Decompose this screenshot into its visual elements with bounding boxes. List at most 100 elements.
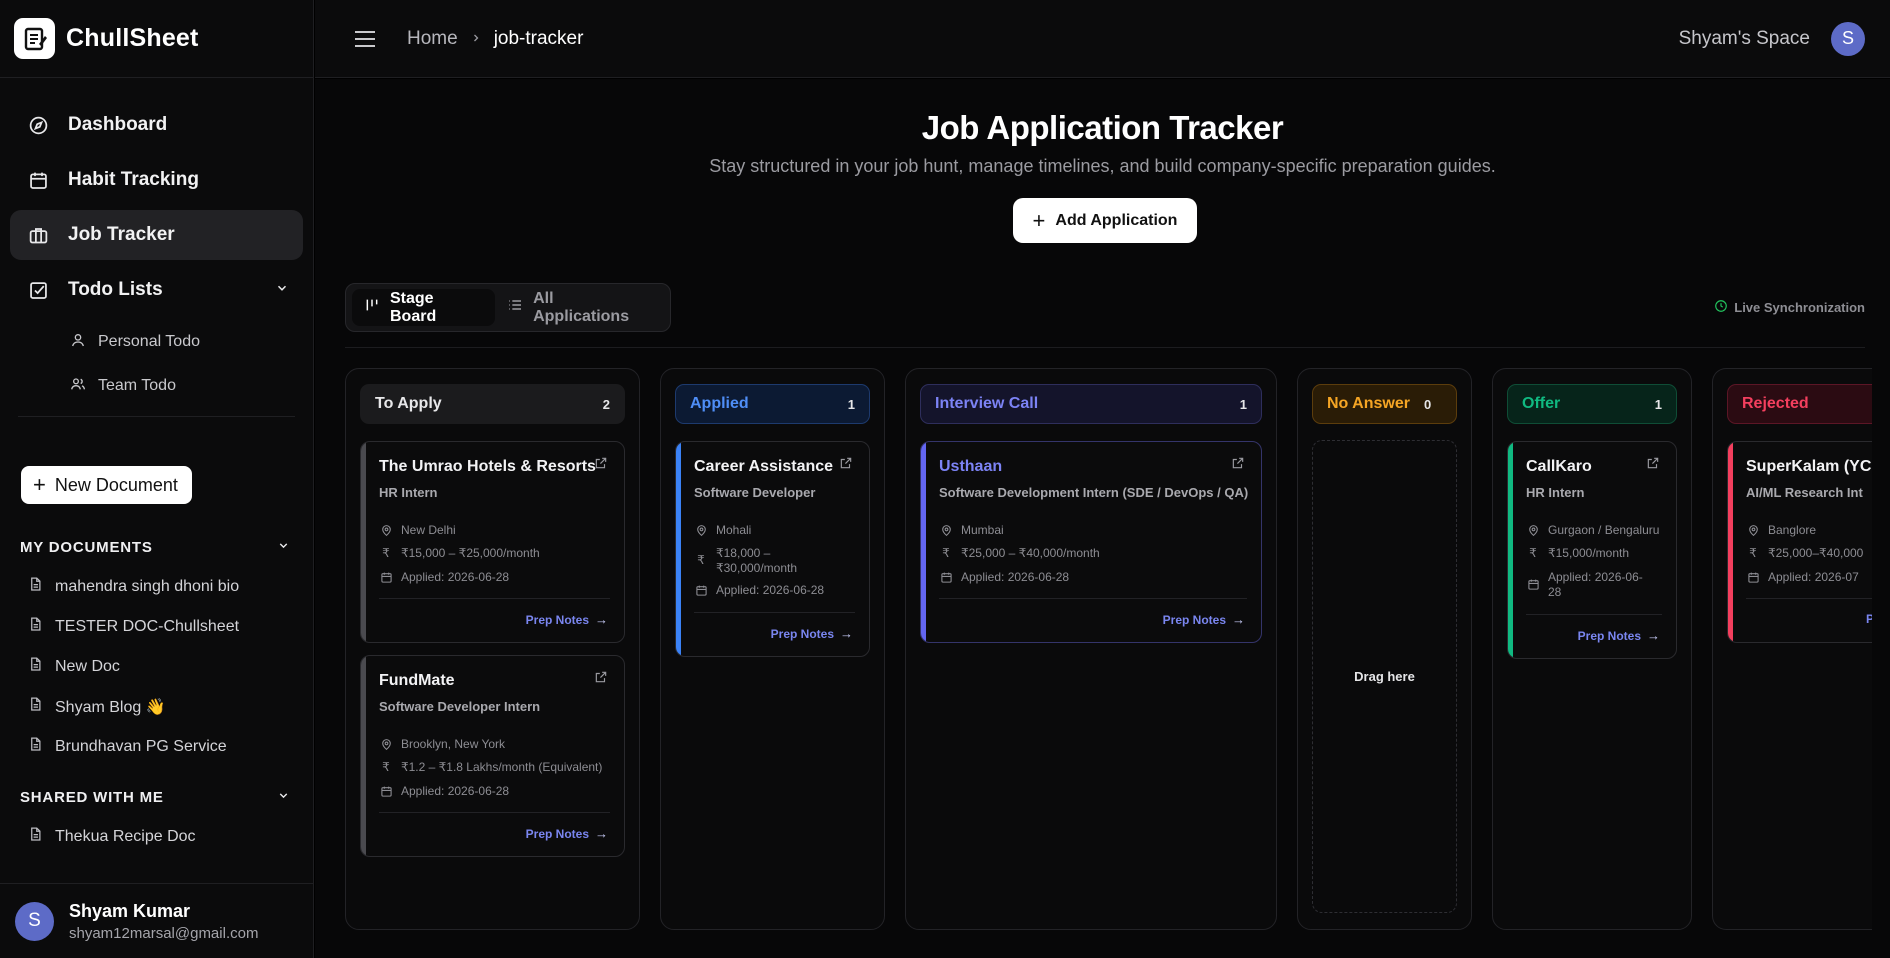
location-text: New Delhi — [401, 523, 456, 537]
sidebar-subitem-team-todo[interactable]: Team Todo — [10, 364, 303, 408]
my-documents-title: MY DOCUMENTS — [20, 539, 153, 556]
sidebar-item-dashboard[interactable]: Dashboard — [10, 100, 303, 150]
breadcrumb-home[interactable]: Home — [407, 28, 458, 50]
external-link-icon[interactable] — [1231, 456, 1247, 472]
my-documents-header[interactable]: MY DOCUMENTS — [20, 539, 290, 556]
card-stage-bar — [361, 442, 366, 642]
prep-notes-link[interactable]: Prep Notes → — [526, 612, 608, 627]
card-location: New Delhi — [379, 523, 456, 538]
document-item[interactable]: Shyam Blog 👋 — [28, 696, 166, 717]
column-offer[interactable]: Offer 1 CallKaro HR Intern Gurgaon / Ben… — [1492, 368, 1692, 930]
card-salary: ₹ ₹1.2 – ₹1.8 Lakhs/month (Equivalent) — [379, 760, 602, 775]
applied-text: Applied: 2026-06-28 — [961, 570, 1070, 584]
card-salary: ₹ ₹25,000 – ₹40,000/month — [939, 546, 1100, 561]
page-subtitle: Stay structured in your job hunt, manage… — [709, 156, 1496, 176]
card-location: Brooklyn, New York — [379, 737, 505, 752]
column-applied[interactable]: Applied 1 Career Assistance Software Dev… — [660, 368, 885, 930]
prep-notes-link[interactable]: Pr — [1866, 612, 1872, 626]
tab-stage-board[interactable]: Stage Board — [352, 289, 496, 326]
application-card[interactable]: Career Assistance Software Developer Moh… — [675, 441, 870, 657]
user-profile[interactable]: S Shyam Kumar shyam12marsal@gmail.com — [0, 883, 313, 958]
document-label: mahendra singh dhoni bio — [55, 577, 240, 595]
document-item[interactable]: New Doc — [28, 656, 120, 677]
board-divider — [345, 347, 1865, 348]
application-card[interactable]: FundMate Software Developer Intern Brook… — [360, 655, 625, 857]
calendar-icon — [379, 570, 393, 584]
live-sync-status: Live Synchronization — [1714, 299, 1865, 316]
arrow-right-icon: → — [1647, 628, 1660, 643]
card-divider — [694, 612, 855, 613]
application-card[interactable]: Usthaan Software Development Intern (SDE… — [920, 441, 1262, 643]
arrow-right-icon: → — [840, 626, 853, 641]
rupee-icon: ₹ — [382, 545, 390, 560]
card-applied: Applied: 2026-07 — [1746, 570, 1859, 585]
prep-notes-link[interactable]: Prep Notes → — [1578, 628, 1660, 643]
brand[interactable]: ChullSheet — [0, 0, 313, 78]
calendar-icon — [26, 168, 50, 192]
card-role: HR Intern — [379, 485, 438, 500]
drop-zone[interactable]: Drag here — [1312, 440, 1457, 913]
map-pin-icon — [1746, 523, 1760, 537]
document-item[interactable]: Brundhavan PG Service — [28, 736, 227, 757]
external-link-icon[interactable] — [594, 456, 610, 472]
application-card[interactable]: CallKaro HR Intern Gurgaon / Bengaluru ₹… — [1507, 441, 1677, 659]
menu-icon[interactable] — [353, 27, 377, 51]
tab-all-applications[interactable]: All Applications — [495, 289, 664, 326]
card-role: HR Intern — [1526, 485, 1585, 500]
compass-icon — [26, 113, 50, 137]
external-link-icon[interactable] — [1646, 456, 1662, 472]
card-role: Software Development Intern (SDE / DevOp… — [939, 485, 1249, 500]
document-item[interactable]: TESTER DOC-Chullsheet — [28, 616, 239, 637]
column-interview-call[interactable]: Interview Call 1 Usthaan Software Develo… — [905, 368, 1277, 930]
map-pin-icon — [379, 523, 393, 537]
document-item[interactable]: Thekua Recipe Doc — [28, 826, 196, 847]
chevron-down-icon[interactable] — [277, 789, 290, 806]
card-divider — [379, 812, 610, 813]
sidebar-item-todo-lists[interactable]: Todo Lists — [10, 265, 303, 315]
sidebar-item-job-tracker[interactable]: Job Tracker — [10, 210, 303, 260]
column-to-apply[interactable]: To Apply 2 The Umrao Hotels & Resorts HR… — [345, 368, 640, 930]
external-link-icon[interactable] — [594, 670, 610, 686]
document-label: Shyam Blog 👋 — [55, 698, 166, 716]
card-role: AI/ML Research Int — [1746, 485, 1863, 500]
column-no-answer[interactable]: No Answer 0 Drag here — [1297, 368, 1472, 930]
document-item[interactable]: mahendra singh dhoni bio — [28, 576, 239, 597]
avatar[interactable]: S — [1831, 21, 1865, 56]
shared-with-me-header[interactable]: SHARED WITH ME — [20, 789, 290, 806]
application-card[interactable]: SuperKalam (YC AI/ML Research Int Banglo… — [1727, 441, 1872, 643]
map-pin-icon — [1526, 523, 1540, 537]
prep-notes-link[interactable]: Prep Notes → — [771, 626, 853, 641]
sync-label: Live Synchronization — [1734, 300, 1865, 315]
sidebar-subitem-personal-todo[interactable]: Personal Todo — [10, 320, 303, 364]
card-stage-bar — [1728, 442, 1733, 642]
external-link-icon[interactable] — [839, 456, 855, 472]
salary-line-1: ₹18,000 – — [716, 546, 771, 560]
sidebar-item-habit-tracking[interactable]: Habit Tracking — [10, 155, 303, 205]
prep-notes-label: Prep Notes — [525, 826, 589, 841]
file-icon — [28, 736, 43, 757]
prep-notes-link[interactable]: Prep Notes → — [526, 826, 608, 841]
card-stage-bar — [361, 656, 366, 856]
user-name: Shyam Kumar — [69, 900, 191, 921]
prep-notes-link[interactable]: Prep Notes → — [1163, 612, 1245, 627]
column-rejected[interactable]: Rejected SuperKalam (YC AI/ML Research I… — [1712, 368, 1872, 930]
new-document-button[interactable]: + New Document — [21, 466, 192, 504]
column-header: Interview Call 1 — [920, 384, 1262, 424]
arrow-right-icon: → — [595, 826, 608, 841]
applied-text: Applied: 2026-06-28 — [401, 784, 510, 798]
calendar-icon — [1526, 577, 1540, 591]
rupee-icon: ₹ — [1529, 545, 1537, 560]
column-header: No Answer 0 — [1312, 384, 1457, 424]
chevron-down-icon[interactable] — [277, 539, 290, 556]
card-salary: ₹ ₹18,000 – ₹30,000/month — [694, 546, 797, 576]
chevron-down-icon[interactable] — [275, 281, 289, 300]
map-pin-icon — [939, 523, 953, 537]
add-application-button[interactable]: + Add Application — [1013, 198, 1197, 243]
application-card[interactable]: The Umrao Hotels & Resorts HR Intern New… — [360, 441, 625, 643]
card-role: Software Developer — [694, 485, 816, 500]
sidebar-item-label: Todo Lists — [68, 279, 163, 300]
sidebar-item-label: Dashboard — [68, 114, 168, 135]
workspace-name[interactable]: Shyam's Space — [1679, 28, 1810, 50]
location-text: Banglore — [1768, 523, 1817, 537]
card-applied: Applied: 2026-06-28 — [1526, 570, 1643, 600]
